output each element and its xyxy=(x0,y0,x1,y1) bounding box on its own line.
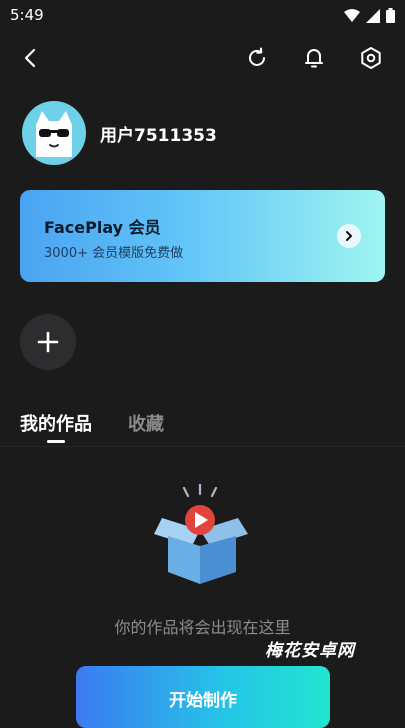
profile-header: 用户7511353 xyxy=(22,100,217,166)
tab-my-works-label: 我的作品 xyxy=(20,414,92,435)
settings-icon xyxy=(361,47,381,69)
cat-sunglasses-icon xyxy=(36,111,72,157)
username: 用户7511353 xyxy=(100,125,217,146)
start-creating-button[interactable]: 开始制作 xyxy=(76,666,330,728)
notifications-button[interactable] xyxy=(294,38,334,78)
add-button[interactable] xyxy=(20,314,76,370)
tab-active-indicator xyxy=(47,440,65,443)
status-time: 5:49 xyxy=(10,6,44,24)
tab-my-works[interactable]: 我的作品 xyxy=(20,410,92,443)
vip-arrow-button[interactable] xyxy=(337,224,361,248)
tab-favorites-label: 收藏 xyxy=(128,414,164,435)
watermark: 梅花安卓网 xyxy=(265,641,355,661)
wifi-icon xyxy=(344,8,360,22)
content-tabs: 我的作品 收藏 xyxy=(20,410,164,443)
back-button[interactable] xyxy=(11,38,51,78)
empty-state-message: 你的作品将会出现在这里 xyxy=(114,618,291,637)
status-icons xyxy=(344,8,395,23)
chevron-right-icon xyxy=(346,231,352,241)
refresh-icon xyxy=(249,47,265,66)
vip-subtitle: 3000+ 会员模版免费做 xyxy=(44,246,184,261)
battery-icon xyxy=(386,8,395,23)
settings-button[interactable] xyxy=(351,38,391,78)
vip-membership-card[interactable]: FacePlay 会员 3000+ 会员模版免费做 xyxy=(20,190,385,282)
signal-icon xyxy=(366,8,380,23)
tabs-divider xyxy=(0,446,405,447)
empty-box-illustration xyxy=(154,484,248,584)
status-bar: 5:49 xyxy=(0,0,405,30)
vip-title: FacePlay 会员 xyxy=(44,218,161,237)
plus-icon xyxy=(37,331,59,353)
avatar[interactable] xyxy=(22,101,86,165)
back-arrow-icon xyxy=(24,48,36,68)
start-creating-label: 开始制作 xyxy=(169,691,237,711)
refresh-button[interactable] xyxy=(237,38,277,78)
bell-icon xyxy=(305,49,323,68)
top-bar xyxy=(0,38,405,78)
tab-favorites[interactable]: 收藏 xyxy=(128,410,164,436)
